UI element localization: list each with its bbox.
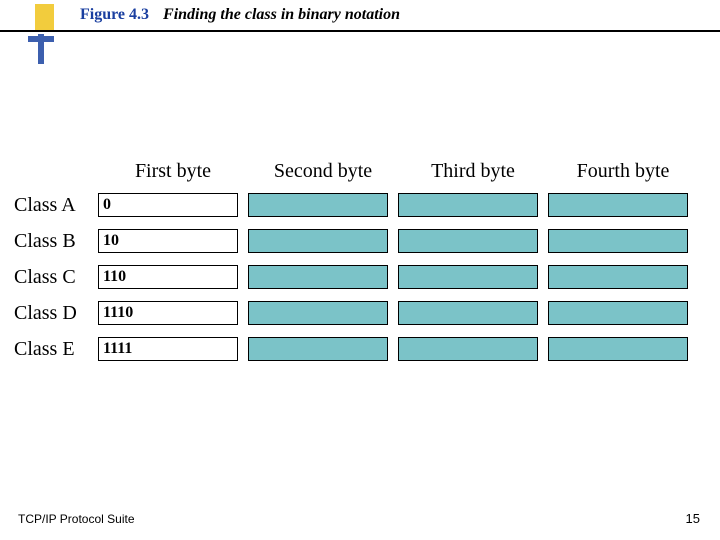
byte-cell [548, 337, 688, 361]
byte-cell [548, 301, 688, 325]
table-row: Class A 0 [8, 193, 708, 217]
first-byte-cell: 1111 [98, 337, 238, 361]
row-label: Class E [8, 338, 98, 361]
byte-cell [248, 229, 388, 253]
col-third-byte: Third byte [398, 160, 548, 183]
byte-cell [248, 337, 388, 361]
col-second-byte: Second byte [248, 160, 398, 183]
row-label: Class A [8, 194, 98, 217]
row-label: Class B [8, 230, 98, 253]
byte-cell [548, 193, 688, 217]
col-first-byte: First byte [98, 160, 248, 183]
figure-title: Finding the class in binary notation [163, 6, 400, 24]
byte-cell [548, 265, 688, 289]
byte-cell [248, 193, 388, 217]
first-byte-cell: 1110 [98, 301, 238, 325]
row-label: Class C [8, 266, 98, 289]
row-label: Class D [8, 302, 98, 325]
byte-cell [398, 229, 538, 253]
table-row: Class C 110 [8, 265, 708, 289]
byte-cell [398, 337, 538, 361]
table-row: Class E 1111 [8, 337, 708, 361]
slide-logo [28, 4, 54, 64]
footer-text: TCP/IP Protocol Suite [18, 512, 135, 526]
figure-header: Figure 4.3 Finding the class in binary n… [0, 0, 720, 24]
column-header-row: First byte Second byte Third byte Fourth… [98, 160, 708, 183]
first-byte-cell: 0 [98, 193, 238, 217]
first-byte-cell: 110 [98, 265, 238, 289]
class-table: First byte Second byte Third byte Fourth… [8, 160, 708, 373]
table-row: Class D 1110 [8, 301, 708, 325]
table-row: Class B 10 [8, 229, 708, 253]
figure-number: Figure 4.3 [80, 6, 149, 24]
byte-cell [398, 265, 538, 289]
byte-cell [398, 193, 538, 217]
byte-cell [248, 265, 388, 289]
byte-cell [398, 301, 538, 325]
page-number: 15 [686, 511, 700, 526]
first-byte-cell: 10 [98, 229, 238, 253]
byte-cell [248, 301, 388, 325]
col-fourth-byte: Fourth byte [548, 160, 698, 183]
byte-cell [548, 229, 688, 253]
header-rule [0, 30, 720, 32]
